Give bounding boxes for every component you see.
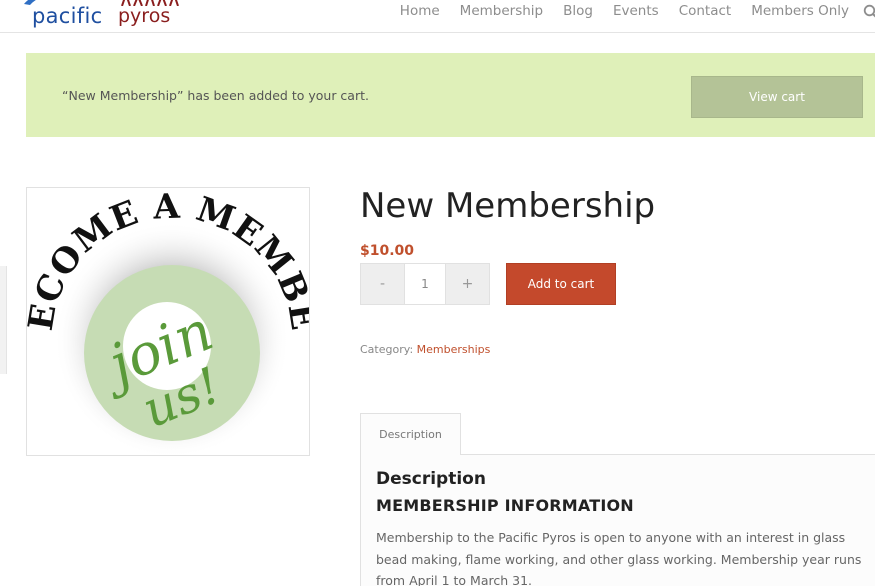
membership-info-heading: MEMBERSHIP INFORMATION — [376, 496, 634, 515]
site-logo[interactable]: pacific pyros — [18, 0, 198, 30]
quantity-stepper: - + — [360, 263, 490, 305]
cart-notice: “New Membership” has been added to your … — [26, 53, 875, 137]
site-header: pacific pyros Home Membership Blog Event… — [0, 0, 875, 33]
product-image[interactable]: BECOME A MEMBER join us! — [12, 157, 322, 458]
side-edge-tab[interactable] — [0, 266, 7, 374]
nav-item-contact[interactable]: Contact — [679, 3, 732, 19]
main-nav: Home Membership Blog Events Contact Memb… — [400, 0, 875, 22]
product-category: Category: Memberships — [360, 343, 490, 356]
description-heading: Description — [376, 469, 486, 489]
nav-item-blog[interactable]: Blog — [563, 3, 593, 19]
description-body: Membership to the Pacific Pyros is open … — [376, 530, 862, 586]
category-label: Category: — [360, 343, 414, 356]
nav-item-membership[interactable]: Membership — [460, 3, 543, 19]
nav-item-home[interactable]: Home — [400, 3, 440, 19]
category-link-memberships[interactable]: Memberships — [417, 343, 491, 356]
product-title: New Membership — [360, 186, 656, 226]
product-price: $10.00 — [360, 243, 415, 259]
quantity-increase-button[interactable]: + — [446, 264, 489, 304]
quantity-decrease-button[interactable]: - — [361, 264, 404, 304]
view-cart-button[interactable]: View cart — [691, 76, 863, 118]
add-to-cart-button[interactable]: Add to cart — [506, 263, 616, 305]
logo-word-pyros: pyros — [118, 5, 171, 27]
tab-description[interactable]: Description — [360, 413, 461, 455]
quantity-input[interactable] — [404, 264, 446, 304]
nav-item-events[interactable]: Events — [613, 3, 659, 19]
cart-notice-message: “New Membership” has been added to your … — [62, 88, 369, 103]
become-a-member-graphic: BECOME A MEMBER join us! — [12, 157, 322, 458]
search-icon[interactable] — [863, 4, 875, 20]
nav-item-members-only[interactable]: Members Only — [751, 3, 849, 19]
logo-word-pacific: pacific — [32, 4, 103, 28]
